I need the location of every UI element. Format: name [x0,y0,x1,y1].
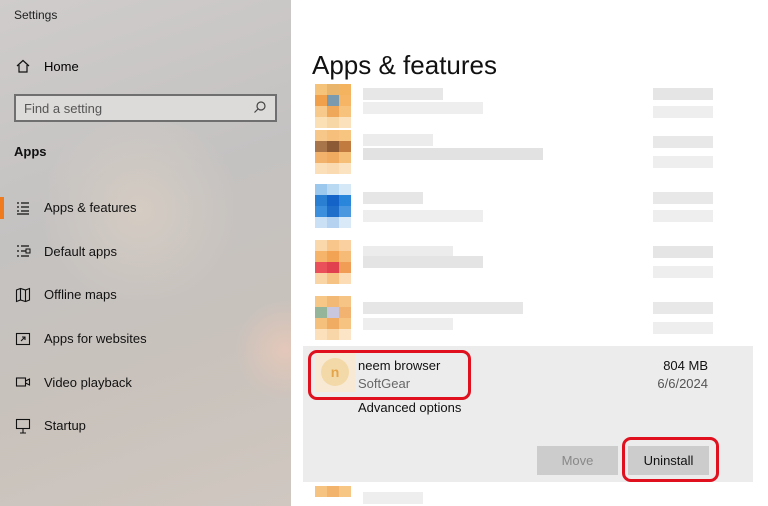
app-icon [315,240,351,284]
nav-item-label: Apps & features [44,200,137,216]
nav-item-startup[interactable]: Startup [0,404,291,448]
active-indicator [0,197,4,219]
nav-item-label: Default apps [44,243,117,259]
nav-item-apps-websites[interactable]: Apps for websites [0,317,291,361]
nav-item-label: Apps for websites [44,331,147,347]
main-panel: Apps & features n neem browser SoftGear … [291,0,768,506]
highlight-uninstall [622,437,719,482]
nav-item-offline-maps[interactable]: Offline maps [0,273,291,317]
map-icon [14,286,32,304]
nav-item-default-apps[interactable]: Default apps [0,230,291,274]
app-row-blurred[interactable] [303,240,723,296]
app-row-blurred[interactable] [303,296,723,352]
nav-item-video-playback[interactable]: Video playback [0,360,291,404]
app-icon [315,296,351,340]
nav-item-label: Video playback [44,374,132,390]
app-size: 804 MB [663,358,708,373]
home-icon [14,57,32,75]
section-title: Apps [14,144,47,159]
startup-icon [14,417,32,435]
apps-features-icon [14,199,32,217]
nav-list: Apps & features Default apps Offline map… [0,186,291,448]
app-date: 6/6/2024 [657,376,708,391]
search-field[interactable] [14,94,277,122]
nav-home-label: Home [44,58,79,74]
app-row-blurred[interactable] [303,184,723,240]
sidebar: Settings Home Apps Apps & features Defau… [0,0,291,506]
nav-item-apps-features[interactable]: Apps & features [0,186,291,230]
app-icon [315,486,351,506]
window-title: Settings [14,8,58,22]
nav-home[interactable]: Home [14,56,79,76]
app-row-blurred[interactable] [303,130,723,186]
app-icon [315,184,351,228]
nav-item-label: Offline maps [44,287,117,303]
apps-websites-icon [14,330,32,348]
advanced-options-link[interactable]: Advanced options [358,400,461,415]
highlight-app-info [308,350,471,400]
app-icon [315,130,351,174]
page-title: Apps & features [312,50,497,80]
move-button[interactable]: Move [537,446,618,475]
search-icon[interactable] [253,100,267,117]
default-apps-icon [14,242,32,260]
nav-item-label: Startup [44,418,86,434]
video-icon [14,373,32,391]
search-input[interactable] [24,100,253,116]
app-icon [315,84,351,128]
